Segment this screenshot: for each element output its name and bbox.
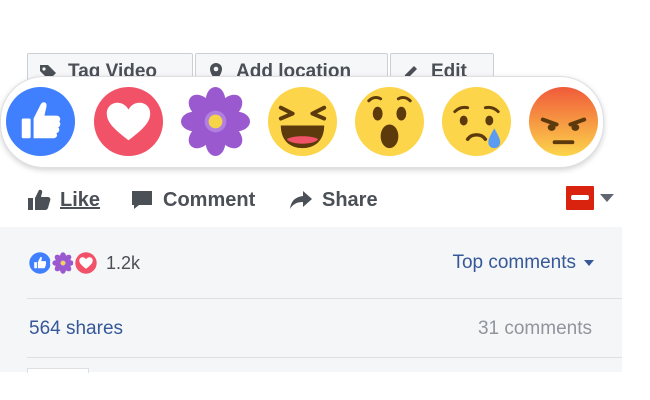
thumbs-up-icon xyxy=(28,189,51,210)
sad-face-icon xyxy=(441,86,512,157)
top-comments-label: Top comments xyxy=(452,252,576,273)
share-button[interactable]: Share xyxy=(289,178,378,222)
page-identity-selector[interactable] xyxy=(566,186,614,210)
share-arrow-icon xyxy=(290,191,312,209)
top-comments-dropdown[interactable]: Top comments xyxy=(452,252,594,274)
chevron-down-icon xyxy=(600,194,614,202)
page-avatar xyxy=(566,186,594,210)
heart-mini-icon xyxy=(73,250,99,276)
comment-box-edge xyxy=(27,368,89,373)
like-label: Like xyxy=(60,188,101,211)
shares-link[interactable]: 564 shares xyxy=(29,318,123,340)
like-reaction[interactable] xyxy=(5,86,76,157)
laughing-face-icon xyxy=(267,86,338,157)
haha-reaction[interactable] xyxy=(267,86,338,157)
comment-button[interactable]: Comment xyxy=(130,178,255,222)
angry-face-icon xyxy=(528,86,599,157)
post-actions: Like Comment Share xyxy=(0,178,622,222)
wow-reaction[interactable] xyxy=(354,86,425,157)
like-button[interactable]: Like xyxy=(27,178,100,222)
sad-reaction[interactable] xyxy=(441,86,512,157)
divider xyxy=(27,357,622,358)
reaction-bar xyxy=(0,76,604,168)
divider xyxy=(27,298,622,299)
post-card: Tag Video Add location Edit Like Comment… xyxy=(0,0,622,373)
surprised-face-icon xyxy=(354,86,425,157)
angry-reaction[interactable] xyxy=(528,86,599,157)
reaction-summary[interactable]: 1.2k xyxy=(27,248,140,278)
flower-reaction-icon xyxy=(180,86,251,157)
heart-reaction-icon xyxy=(93,86,164,157)
reaction-count: 1.2k xyxy=(106,252,141,273)
like-reaction-icon xyxy=(5,86,76,157)
share-label: Share xyxy=(322,188,378,211)
thankful-reaction[interactable] xyxy=(180,86,251,157)
comment-icon xyxy=(132,191,152,209)
love-reaction[interactable] xyxy=(93,86,164,157)
comments-count-link[interactable]: 31 comments xyxy=(478,318,592,340)
chevron-down-icon xyxy=(584,260,594,266)
comment-label: Comment xyxy=(163,188,256,211)
